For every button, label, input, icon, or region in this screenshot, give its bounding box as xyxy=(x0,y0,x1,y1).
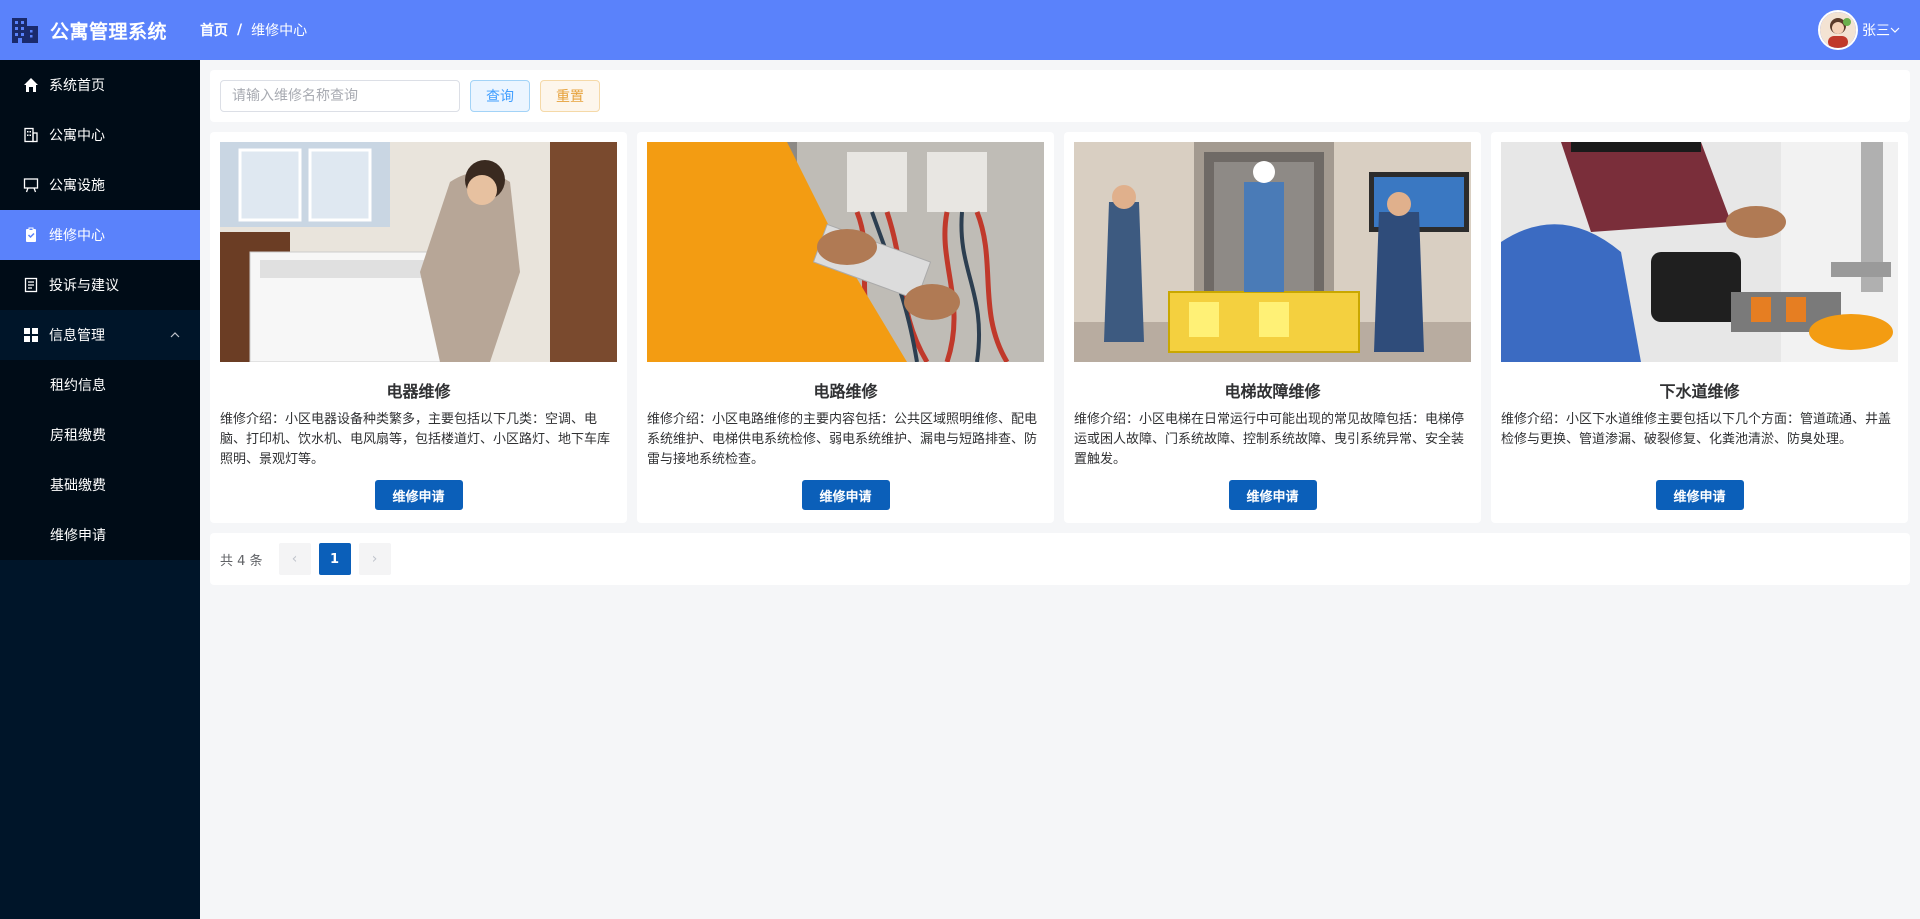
sidebar-item-label: 维修中心 xyxy=(49,228,105,244)
sidebar-item-label: 公寓中心 xyxy=(49,128,105,144)
user-menu[interactable]: 张三 xyxy=(1818,10,1900,50)
sidebar-item-home[interactable]: 系统首页 xyxy=(0,60,200,110)
breadcrumb-current: 维修中心 xyxy=(251,23,308,39)
search-input[interactable] xyxy=(220,80,460,112)
card-title: 电路维修 xyxy=(813,382,878,401)
sidebar-subitem-basic-payment[interactable]: 基础缴费 xyxy=(0,460,200,510)
repair-card: 电梯故障维修 维修介绍：小区电梯在日常运行中可能出现的常见故障包括：电梯停运或困… xyxy=(1064,132,1481,523)
prev-page-button[interactable]: ‹ xyxy=(278,543,311,575)
top-header: 公寓管理系统 首页 / 维修中心 张三 xyxy=(0,0,1920,60)
repair-request-button[interactable]: 维修申请 xyxy=(374,480,463,510)
page-number-current[interactable]: 1 xyxy=(318,543,351,575)
sidebar-item-label: 信息管理 xyxy=(49,328,105,344)
repair-request-button[interactable]: 维修申请 xyxy=(801,480,890,510)
query-button[interactable]: 查询 xyxy=(470,80,530,112)
sidebar-item-info-management[interactable]: 信息管理 xyxy=(0,310,200,360)
building-logo-icon xyxy=(12,18,38,43)
sidebar-item-repair-center[interactable]: 维修中心 xyxy=(0,210,200,260)
user-name[interactable]: 张三 xyxy=(1862,20,1890,40)
breadcrumb: 首页 / 维修中心 xyxy=(200,20,307,40)
sidebar-item-label: 系统首页 xyxy=(49,78,105,94)
elevator-repair-photo xyxy=(1074,142,1471,362)
sidebar-subitem-label: 基础缴费 xyxy=(50,478,106,494)
sidebar-item-label: 投诉与建议 xyxy=(49,278,119,294)
pagination-total: 共 4 条 xyxy=(220,553,263,569)
breadcrumb-home[interactable]: 首页 xyxy=(200,20,228,40)
sidebar-item-apartment-facilities[interactable]: 公寓设施 xyxy=(0,160,200,210)
document-icon xyxy=(24,277,38,293)
sidebar-subitem-label: 维修申请 xyxy=(50,528,106,544)
user-avatar-icon xyxy=(1820,12,1856,48)
card-title: 下水道维修 xyxy=(1659,382,1740,401)
appliance-repair-photo xyxy=(220,142,617,362)
sidebar-subitem-lease-info[interactable]: 租约信息 xyxy=(0,360,200,410)
grid-icon xyxy=(24,328,38,342)
building-icon xyxy=(24,127,38,143)
next-page-button[interactable]: › xyxy=(358,543,391,575)
sewer-repair-photo xyxy=(1501,142,1898,362)
breadcrumb-separator: / xyxy=(237,22,243,38)
sidebar-item-apartment-center[interactable]: 公寓中心 xyxy=(0,110,200,160)
home-icon xyxy=(24,78,38,92)
sidebar: 系统首页 公寓中心 公寓设施 维修中心 投诉与建议 信息管理 租约信息 房租缴费… xyxy=(0,60,200,919)
card-description: 维修介绍：小区电器设备种类繁多，主要包括以下几类：空调、电脑、打印机、饮水机、电… xyxy=(220,412,611,467)
sidebar-item-complaints[interactable]: 投诉与建议 xyxy=(0,260,200,310)
repair-card-list: 电器维修 维修介绍：小区电器设备种类繁多，主要包括以下几类：空调、电脑、打印机、… xyxy=(210,132,1910,523)
card-title: 电梯故障维修 xyxy=(1224,382,1321,401)
logo: 公寓管理系统 xyxy=(0,0,200,60)
chevron-up-icon xyxy=(170,332,180,338)
repair-request-button[interactable]: 维修申请 xyxy=(1655,480,1744,510)
card-description: 维修介绍：小区电梯在日常运行中可能出现的常见故障包括：电梯停运或困人故障、门系统… xyxy=(1074,412,1465,467)
repair-request-button[interactable]: 维修申请 xyxy=(1228,480,1317,510)
avatar[interactable] xyxy=(1818,10,1858,50)
card-description: 维修介绍：小区电路维修的主要内容包括：公共区域照明维修、配电系统维护、电梯供电系… xyxy=(647,412,1038,467)
app-title: 公寓管理系统 xyxy=(50,20,168,43)
search-bar: 查询 重置 xyxy=(210,70,1910,122)
pagination: 共 4 条 ‹ 1 › xyxy=(210,533,1910,585)
card-description: 维修介绍：小区下水道维修主要包括以下几个方面：管道疏通、井盖检修与更换、管道渗漏… xyxy=(1501,412,1892,447)
sidebar-subitem-label: 租约信息 xyxy=(50,378,106,394)
reset-button[interactable]: 重置 xyxy=(540,80,600,112)
sidebar-subitem-rent-payment[interactable]: 房租缴费 xyxy=(0,410,200,460)
circuit-repair-photo xyxy=(647,142,1044,362)
main-content: 查询 重置 电器维修 维修介绍：小区电器设备种类繁多，主要包括以下几类：空调、电… xyxy=(210,70,1910,585)
board-icon xyxy=(23,178,39,193)
repair-card: 电路维修 维修介绍：小区电路维修的主要内容包括：公共区域照明维修、配电系统维护、… xyxy=(637,132,1054,523)
sidebar-item-label: 公寓设施 xyxy=(49,178,105,194)
chevron-down-icon[interactable] xyxy=(1890,25,1900,35)
card-title: 电器维修 xyxy=(386,382,451,401)
sidebar-subitem-repair-request[interactable]: 维修申请 xyxy=(0,510,200,560)
sidebar-subitem-label: 房租缴费 xyxy=(50,428,106,444)
repair-card: 电器维修 维修介绍：小区电器设备种类繁多，主要包括以下几类：空调、电脑、打印机、… xyxy=(210,132,627,523)
repair-card: 下水道维修 维修介绍：小区下水道维修主要包括以下几个方面：管道疏通、井盖检修与更… xyxy=(1491,132,1908,523)
clipboard-icon xyxy=(26,227,36,242)
